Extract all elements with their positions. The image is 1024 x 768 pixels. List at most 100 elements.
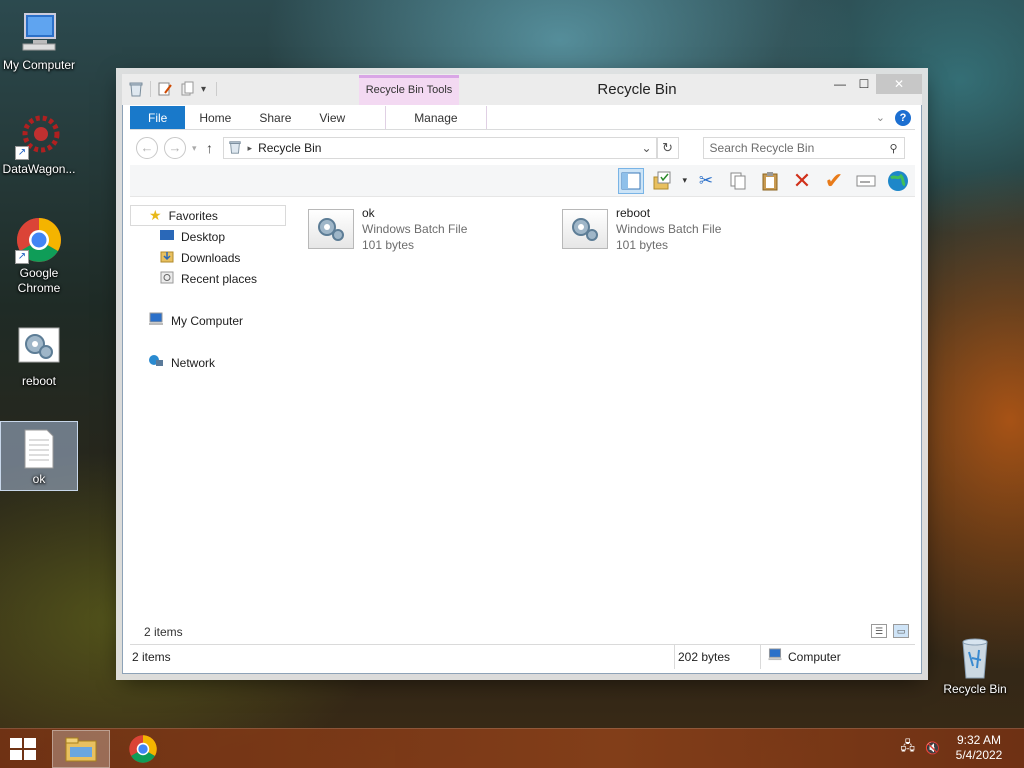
help-icon[interactable]: ? bbox=[895, 109, 911, 126]
tab-file[interactable]: File bbox=[130, 106, 186, 129]
minimize-button[interactable]: — bbox=[828, 74, 852, 94]
clock[interactable]: 9:32 AM 5/4/2022 bbox=[950, 733, 1008, 763]
up-button[interactable]: ↑ bbox=[203, 140, 217, 156]
desktop-icon-label: DataWagon... bbox=[2, 162, 76, 176]
file-type: Windows Batch File bbox=[362, 222, 468, 236]
ribbon-tabs: File Home Share View Manage ⌄ ? bbox=[130, 106, 915, 130]
window-controls: — ☐ ✕ bbox=[828, 74, 922, 94]
taskbar-file-explorer[interactable] bbox=[52, 730, 110, 768]
globe-icon[interactable] bbox=[885, 168, 911, 194]
file-size: 101 bytes bbox=[362, 238, 415, 252]
search-box[interactable]: ⚲ bbox=[702, 137, 905, 159]
desktop-icon-ok[interactable]: ok bbox=[0, 421, 78, 491]
start-button[interactable] bbox=[8, 737, 38, 761]
preview-pane-button[interactable] bbox=[618, 167, 645, 194]
breadcrumb[interactable]: Recycle Bin bbox=[258, 141, 321, 155]
nav-recent-places[interactable]: Recent places bbox=[130, 268, 290, 289]
search-input[interactable] bbox=[709, 141, 890, 155]
taskbar: 🖧 🔇 9:32 AM 5/4/2022 bbox=[0, 728, 1024, 768]
downloads-folder-icon bbox=[160, 249, 174, 266]
batch-file-icon bbox=[562, 209, 608, 249]
taskbar-google-chrome[interactable] bbox=[114, 730, 172, 768]
close-button[interactable]: ✕ bbox=[876, 74, 922, 94]
explorer-window: ▾ Recycle Bin Tools Recycle Bin — ☐ ✕ Fi… bbox=[122, 74, 922, 674]
nav-label: Desktop bbox=[181, 229, 226, 244]
desktop-icon-my-computer[interactable]: My Computer bbox=[0, 8, 78, 73]
search-icon[interactable]: ⚲ bbox=[889, 142, 897, 155]
nav-downloads[interactable]: Downloads bbox=[130, 247, 290, 268]
back-button[interactable]: ← bbox=[136, 137, 158, 159]
nav-favorites[interactable]: ★ Favorites bbox=[130, 205, 286, 226]
maximize-button[interactable]: ☐ bbox=[852, 74, 876, 94]
desktop-folder-icon bbox=[160, 229, 174, 244]
file-name: ok bbox=[362, 206, 375, 220]
cut-button[interactable]: ✂ bbox=[693, 168, 719, 194]
desktop-icon-datawagon[interactable]: ↗ DataWagon... bbox=[0, 112, 78, 177]
tab-home[interactable]: Home bbox=[185, 106, 245, 129]
items-count: 2 items bbox=[144, 625, 183, 639]
clock-date: 5/4/2022 bbox=[955, 748, 1003, 762]
breadcrumb-chevron-icon[interactable]: ▸ bbox=[248, 143, 253, 154]
ribbon-right-controls: ⌄ ? bbox=[876, 106, 915, 129]
status-divider bbox=[760, 645, 761, 669]
command-toolbar: ▾ ✂ ✕ ✔ bbox=[130, 165, 915, 197]
recent-locations-icon[interactable]: ▾ bbox=[192, 143, 197, 154]
chrome-icon bbox=[129, 735, 157, 763]
status-location-label: Computer bbox=[788, 650, 841, 664]
select-folder-button[interactable] bbox=[650, 168, 676, 194]
tab-view[interactable]: View bbox=[305, 106, 359, 129]
desktop-icon-recycle-bin[interactable]: Recycle Bin bbox=[936, 632, 1014, 697]
nav-desktop[interactable]: Desktop bbox=[130, 226, 290, 247]
list-item[interactable]: ok Windows Batch File 101 bytes bbox=[308, 205, 558, 257]
copy-button[interactable] bbox=[725, 168, 751, 194]
desktop-icon-reboot[interactable]: reboot bbox=[0, 324, 78, 389]
computer-icon bbox=[767, 645, 783, 669]
status-size: 202 bytes bbox=[678, 650, 731, 664]
computer-icon bbox=[15, 8, 63, 56]
datawagon-icon: ↗ bbox=[15, 112, 63, 160]
status-bar: 2 items 202 bytes Computer bbox=[130, 644, 915, 669]
forward-button[interactable]: → bbox=[164, 137, 186, 159]
file-explorer-icon bbox=[65, 737, 97, 762]
dropdown-icon[interactable]: ▾ bbox=[682, 175, 687, 186]
view-switcher: ☰ ▭ bbox=[871, 624, 909, 638]
tab-share[interactable]: Share bbox=[245, 106, 305, 129]
volume-muted-icon[interactable]: 🔇 bbox=[925, 741, 940, 755]
desktop-icon-google-chrome[interactable]: ↗ Google Chrome bbox=[0, 216, 78, 296]
list-item[interactable]: reboot Windows Batch File 101 bytes bbox=[562, 205, 812, 257]
text-file-icon bbox=[19, 428, 59, 470]
computer-icon bbox=[148, 312, 164, 329]
status-divider bbox=[674, 645, 675, 669]
address-bar-row: ← → ▾ ↑ ▸ Recycle Bin ⌄ ↻ ⚲ bbox=[130, 132, 915, 164]
address-dropdown-icon[interactable]: ⌄ bbox=[641, 141, 651, 155]
details-view-icon[interactable]: ☰ bbox=[871, 624, 887, 638]
recycle-bin-icon bbox=[951, 632, 999, 680]
shortcut-arrow-icon: ↗ bbox=[15, 146, 29, 160]
network-status-icon[interactable]: 🖧 bbox=[901, 737, 916, 759]
desktop-icon-label: My Computer bbox=[2, 58, 76, 72]
rename-button[interactable] bbox=[853, 168, 879, 194]
delete-button[interactable]: ✕ bbox=[789, 168, 815, 194]
status-location: Computer bbox=[767, 645, 841, 669]
nav-label: Recent places bbox=[181, 271, 258, 286]
tab-manage[interactable]: Manage bbox=[385, 106, 487, 129]
desktop-icon-label: Recycle Bin bbox=[943, 682, 1007, 696]
expand-ribbon-icon[interactable]: ⌄ bbox=[876, 111, 885, 124]
file-name: reboot bbox=[616, 206, 651, 220]
window-title: Recycle Bin bbox=[597, 81, 677, 98]
refresh-icon[interactable]: ↻ bbox=[656, 137, 679, 159]
file-size: 101 bytes bbox=[616, 238, 669, 252]
address-box[interactable]: ▸ Recycle Bin ⌄ bbox=[222, 137, 657, 159]
desktop-icon-label: reboot bbox=[21, 374, 57, 388]
desktop-icon-label: ok bbox=[32, 472, 46, 486]
batch-file-icon bbox=[308, 209, 354, 249]
large-icons-view-icon[interactable]: ▭ bbox=[893, 624, 909, 638]
desktop-icon-label: Google Chrome bbox=[17, 266, 61, 295]
star-icon: ★ bbox=[149, 207, 162, 223]
nav-label: Favorites bbox=[168, 208, 218, 223]
paste-button[interactable] bbox=[757, 168, 783, 194]
nav-network[interactable]: Network bbox=[130, 352, 290, 373]
nav-my-computer[interactable]: My Computer bbox=[130, 310, 290, 331]
title-bar[interactable]: ▾ Recycle Bin Tools Recycle Bin — ☐ ✕ bbox=[122, 74, 922, 105]
apply-button[interactable]: ✔ bbox=[821, 168, 847, 194]
